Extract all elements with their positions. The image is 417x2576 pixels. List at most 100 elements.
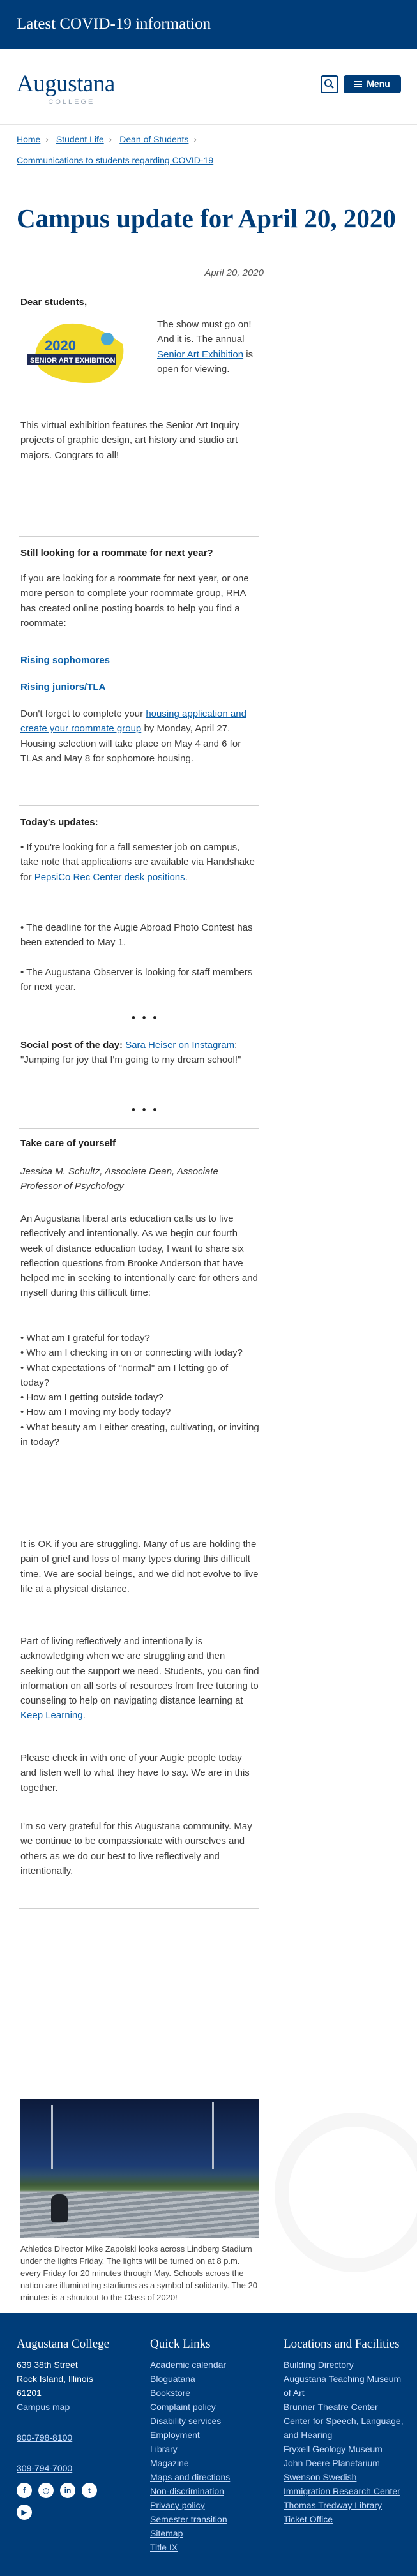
footer-contact: Augustana College 639 38th Street Rock I…: [17, 2337, 144, 2520]
breadcrumb-home[interactable]: Home: [17, 134, 40, 144]
hamburger-icon: [354, 81, 363, 87]
light-pole: [212, 2102, 214, 2169]
facebook-icon[interactable]: f: [17, 2483, 32, 2498]
poster-title: SENIOR ART EXHIBITION: [30, 357, 115, 364]
senior-art-exhibition-image: 2020 SENIOR ART EXHIBITION: [27, 323, 124, 384]
address-line: Rock Island, Illinois: [17, 2374, 93, 2384]
intro-paragraph-2: This virtual exhibition features the Sen…: [20, 420, 239, 461]
search-button[interactable]: [321, 75, 338, 93]
footer-link[interactable]: Semester transition: [150, 2512, 271, 2526]
light-pole: [51, 2105, 53, 2169]
twitter-icon[interactable]: t: [82, 2483, 97, 2498]
footer-org-name: Augustana College: [17, 2337, 110, 2351]
post-date: April 20, 2020: [204, 267, 264, 278]
reflection-list: • What am I grateful for today? • Who am…: [20, 1331, 259, 1449]
footer-link[interactable]: Privacy policy: [150, 2498, 271, 2512]
augustana-logo[interactable]: Augustana COLLEGE: [17, 71, 115, 108]
updates-heading: Today's updates:: [20, 817, 98, 828]
menu-label: Menu: [367, 79, 390, 89]
social-post: Social post of the day: Sara Heiser on I…: [20, 1038, 259, 1068]
footer-link[interactable]: Non-discrimination: [150, 2484, 271, 2498]
update-item-3: • The Augustana Observer is looking for …: [20, 967, 253, 993]
chevron-right-icon: ›: [45, 134, 49, 144]
senior-art-link[interactable]: Senior Art Exhibition: [157, 349, 243, 360]
social-icons: f ◎ in t: [17, 2483, 144, 2498]
footer-link[interactable]: Bookstore: [150, 2386, 271, 2400]
footer-link[interactable]: Ticket Office: [284, 2512, 405, 2526]
address-line: 639 38th Street: [17, 2360, 78, 2370]
campus-map-link[interactable]: Campus map: [17, 2400, 144, 2414]
logo-wordmark: Augustana: [17, 71, 115, 97]
footer-link[interactable]: John Deere Planetarium: [284, 2456, 405, 2470]
care-paragraph-4: Please check in with one of your Augie p…: [20, 1753, 250, 1793]
footer-link[interactable]: Library: [150, 2442, 271, 2456]
menu-button[interactable]: Menu: [344, 75, 401, 93]
housing-paragraph: Don't forget to complete your housing ap…: [20, 707, 259, 766]
footer-link[interactable]: Disability services: [150, 2414, 271, 2428]
breadcrumb-covid[interactable]: Communications to students regarding COV…: [17, 155, 213, 165]
care-heading: Take care of yourself: [20, 1138, 116, 1149]
care-text: Part of living reflectively and intentio…: [20, 1636, 259, 1706]
care-byline: Jessica M. Schultz, Associate Dean, Asso…: [20, 1166, 218, 1192]
footer-link[interactable]: Thomas Tredway Library: [284, 2498, 405, 2512]
care-period: .: [82, 1710, 86, 1721]
instagram-icon[interactable]: ◎: [38, 2483, 54, 2498]
footer-link[interactable]: Augustana Teaching Museum of Art: [284, 2372, 405, 2400]
covid-alert-banner[interactable]: Latest COVID-19 information: [0, 0, 417, 49]
breadcrumb: Home › Student Life › Dean of Students › Co…: [17, 129, 400, 171]
footer-link[interactable]: Brunner Theatre Center: [284, 2400, 405, 2414]
update-item-1: • If you're looking for a fall semester …: [20, 840, 259, 885]
list-item: • How am I getting outside today?: [20, 1392, 163, 1403]
social-label: Social post of the day:: [20, 1040, 123, 1051]
list-item: • What expectations of "normal" am I let…: [20, 1362, 229, 1388]
footer-quick-links: Quick Links Academic calendar Bloguatana…: [150, 2337, 271, 2554]
pepsico-link[interactable]: PepsiCo Rec Center desk positions: [34, 872, 185, 883]
care-paragraph-3: Part of living reflectively and intentio…: [20, 1634, 259, 1723]
footer-link[interactable]: Maps and directions: [150, 2470, 271, 2484]
list-item: • What am I grateful for today?: [20, 1333, 150, 1344]
intro-paragraph: The show must go on! And it is. The annu…: [157, 317, 259, 377]
footer-link[interactable]: Academic calendar: [150, 2358, 271, 2372]
footer-link[interactable]: Magazine: [150, 2456, 271, 2470]
address-line: 61201: [17, 2388, 42, 2398]
person-silhouette: [51, 2194, 68, 2222]
search-icon: [324, 79, 334, 89]
keep-learning-link[interactable]: Keep Learning: [20, 1710, 83, 1721]
locations-heading: Locations and Facilities: [284, 2337, 400, 2351]
footer-locations: Locations and Facilities Building Direct…: [284, 2337, 405, 2526]
breadcrumb-student-life[interactable]: Student Life: [56, 134, 104, 144]
alert-text: Latest COVID-19 information: [17, 15, 211, 33]
footer-link[interactable]: Building Directory: [284, 2358, 405, 2372]
divider: [19, 805, 259, 806]
instagram-link[interactable]: Sara Heiser on Instagram: [125, 1040, 234, 1051]
divider: [19, 1128, 259, 1129]
footer-link[interactable]: Swenson Swedish Immigration Research Cen…: [284, 2470, 405, 2498]
footer-link[interactable]: Title IX: [150, 2540, 271, 2554]
rising-sophomores-link[interactable]: Rising sophomores: [20, 653, 110, 668]
care-paragraph-5: I'm so very grateful for this Augustana …: [20, 1821, 252, 1876]
section-divider-dots: • • •: [132, 1012, 159, 1024]
footer-link[interactable]: Employment: [150, 2428, 271, 2442]
footer-link[interactable]: Center for Speech, Language, and Hearing: [284, 2414, 405, 2442]
list-item: • Who am I checking in on or connecting …: [20, 1347, 243, 1359]
footer-link[interactable]: Sitemap: [150, 2526, 271, 2540]
phone-link[interactable]: 800-798-8100: [17, 2430, 144, 2445]
chevron-right-icon: ›: [193, 134, 197, 144]
chevron-right-icon: ›: [109, 134, 112, 144]
breadcrumb-dean[interactable]: Dean of Students: [119, 134, 188, 144]
footer-link[interactable]: Bloguatana: [150, 2372, 271, 2386]
divider: [19, 536, 259, 537]
youtube-icon[interactable]: ▶: [17, 2505, 32, 2520]
divider: [19, 1908, 259, 1909]
college-seal-watermark: [275, 2113, 417, 2272]
footer-link[interactable]: Fryxell Geology Museum: [284, 2442, 405, 2456]
update-period: .: [185, 871, 188, 883]
roommate-paragraph: If you are looking for a roommate for ne…: [20, 573, 249, 629]
phone-link[interactable]: 309-794-7000: [17, 2461, 144, 2475]
intro-text: The show must go on! And it is. The annu…: [157, 319, 252, 345]
care-paragraph-1: An Augustana liberal arts education call…: [20, 1213, 258, 1299]
linkedin-icon[interactable]: in: [60, 2483, 75, 2498]
rising-juniors-link[interactable]: Rising juniors/TLA: [20, 680, 105, 694]
housing-text: Don't forget to complete your: [20, 708, 144, 719]
footer-link[interactable]: Complaint policy: [150, 2400, 271, 2414]
